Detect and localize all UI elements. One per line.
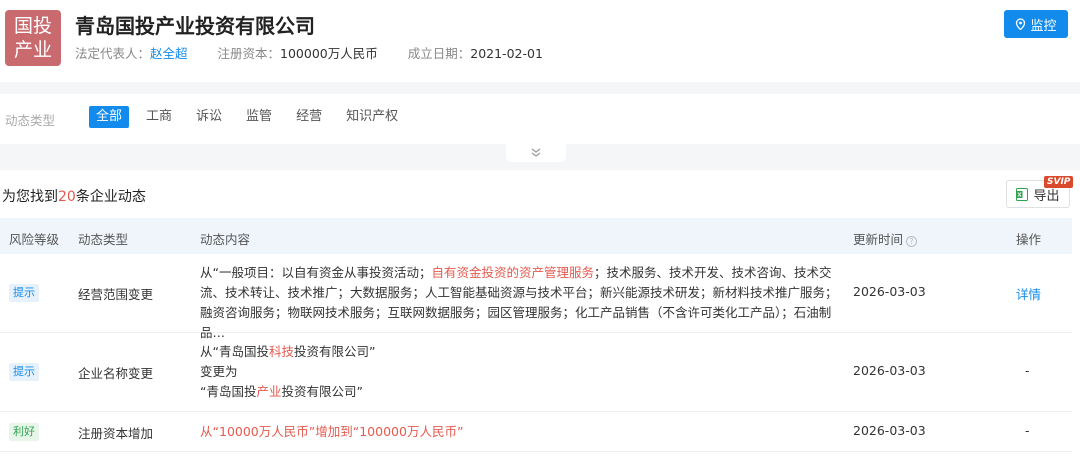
content-highlight: “10000万人民币” [212,424,316,439]
col-action: 操作 [1016,232,1042,247]
company-meta: 法定代表人：赵全超 注册资本：100000万人民币 成立日期：2021-02-0… [75,43,569,62]
table-row: 利好 注册资本增加 从“10000万人民币”增加到“100000万人民币” 20… [0,412,1072,452]
results-panel: 为您找到20条企业动态 导出 SVIP 风险等级 动态类型 动态内容 更新时间?… [0,170,1080,456]
risk-badge: 提示 [9,363,39,381]
svip-badge: SVIP [1044,176,1074,188]
content-highlight: 自有资金投资的资产管理服务 [431,265,594,280]
risk-badge: 提示 [9,284,39,302]
excel-icon [1016,187,1029,201]
col-type: 动态类型 [78,232,129,247]
rep-label: 法定代表人： [75,46,151,61]
table-row: 提示 企业名称变更 从“青岛国投科技投资有限公司” 变更为 “青岛国投产业投资有… [0,333,1072,412]
tab-ip[interactable]: 知识产权 [339,106,405,128]
content-text: “青岛国投 [200,384,257,399]
content-highlight: 产业 [256,384,282,399]
double-chevron-down-icon [531,148,541,157]
content-highlight: 科技 [268,344,294,359]
capital-value: 100000万人民币 [280,46,378,61]
event-content: 从“青岛国投科技投资有限公司” 变更为 “青岛国投产业投资有限公司” [200,342,840,402]
detail-link[interactable]: 详情 [1016,284,1041,303]
event-type: 经营范围变更 [78,287,154,302]
col-update-time-label: 更新时间 [853,232,904,247]
event-content: 从“10000万人民币”增加到“100000万人民币” [200,422,840,442]
col-risk-level: 风险等级 [9,232,60,247]
monitor-button[interactable]: 监控 [1004,10,1068,38]
content-text: 变更为 [200,364,238,379]
content-text: 增加到 [315,424,353,439]
filter-bar: 动态类型 全部 工商 诉讼 监管 经营 知识产权 [0,94,1080,144]
legal-rep-link[interactable]: 赵全超 [150,46,188,61]
company-logo: 国投 产业 [5,10,61,66]
tab-business[interactable]: 工商 [139,106,179,128]
action-placeholder: - [1025,363,1030,378]
content-text: 从“青岛国投 [200,344,269,359]
col-update-time: 更新时间? [853,229,918,248]
tab-regulation[interactable]: 监管 [239,106,279,128]
date-label: 成立日期： [407,46,471,61]
table-header: 风险等级 动态类型 动态内容 更新时间? 操作 [0,218,1072,254]
table-row: 提示 经营范围变更 从“一般项目：以自有资金从事投资活动；自有资金投资的资产管理… [0,254,1072,340]
location-pin-icon [1016,18,1026,30]
tab-all[interactable]: 全部 [89,106,130,128]
tab-operation[interactable]: 经营 [289,106,329,128]
update-date: 2026-03-03 [853,423,926,438]
monitor-label: 监控 [1030,18,1057,34]
expand-toggle[interactable] [506,144,566,162]
company-name: 青岛国投产业投资有限公司 [75,14,315,38]
content-text: 投资有限公司” [281,384,363,399]
content-text: 从 [200,424,213,439]
logo-text-line2: 产业 [13,39,52,61]
content-highlight: “100000万人民币” [352,424,464,439]
col-content: 动态内容 [200,232,251,247]
content-text: 投资有限公司” [294,344,376,359]
event-type: 企业名称变更 [78,366,154,381]
found-suffix: 条企业动态 [75,189,146,205]
action-placeholder: - [1025,423,1030,438]
event-content: 从“一般项目：以自有资金从事投资活动；自有资金投资的资产管理服务；技术服务、技术… [200,263,840,343]
help-icon[interactable]: ? [906,236,918,247]
content-text: 从“一般项目：以自有资金从事投资活动； [200,265,432,280]
tab-litigation[interactable]: 诉讼 [189,106,229,128]
risk-badge: 利好 [9,423,39,441]
event-type: 注册资本增加 [78,426,154,441]
founding-date: 2021-02-01 [470,46,543,61]
update-date: 2026-03-03 [853,284,926,299]
update-date: 2026-03-03 [853,363,926,378]
filter-tabs: 全部 工商 诉讼 监管 经营 知识产权 [89,106,415,128]
result-count-text: 为您找到20条企业动态 [2,186,146,206]
capital-label: 注册资本： [217,46,281,61]
company-header: 国投 产业 青岛国投产业投资有限公司 法定代表人：赵全超 注册资本：100000… [0,0,1080,82]
found-prefix: 为您找到 [2,189,58,205]
found-count: 20 [58,189,76,205]
filter-label: 动态类型 [5,113,56,128]
logo-text-line1: 国投 [13,15,52,37]
